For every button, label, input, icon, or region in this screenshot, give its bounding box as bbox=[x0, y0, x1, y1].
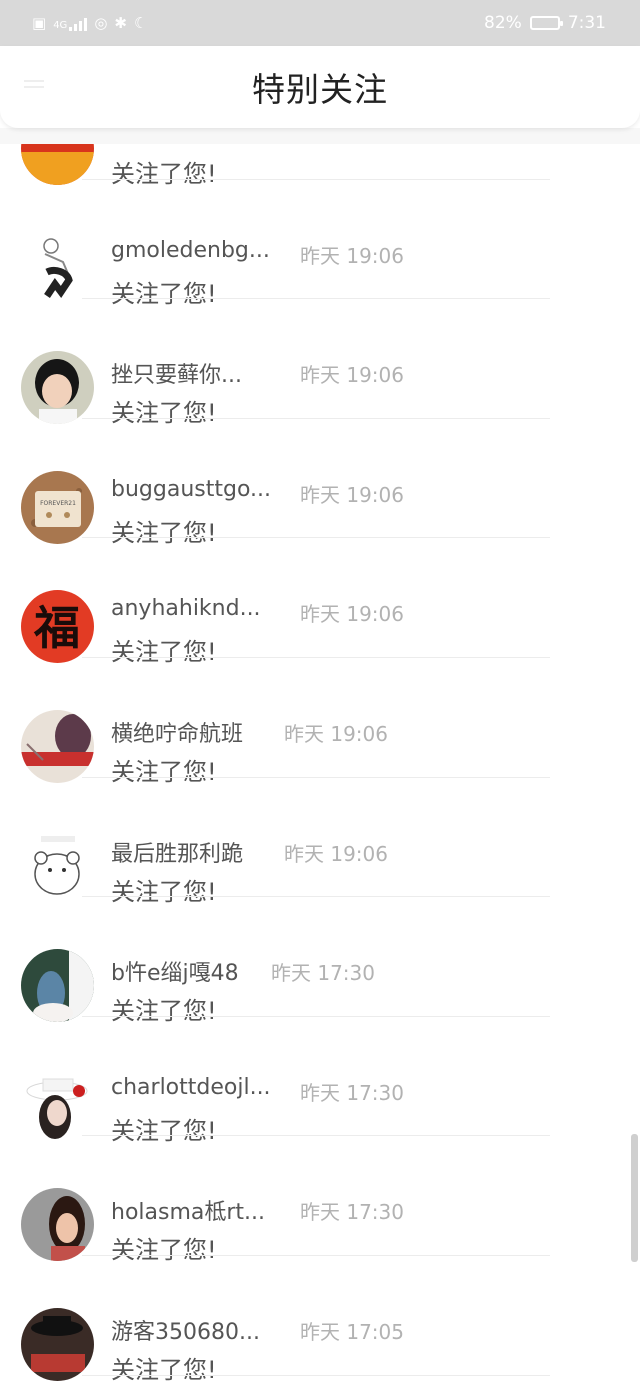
svg-text:福: 福 bbox=[33, 601, 80, 655]
list-item[interactable]: FOREVER21 buggausttgo... 昨天 19:06 关注了您! bbox=[0, 419, 640, 547]
status-bar: ▣ 4G ◎ ✱ ☾ 82% 7:31 bbox=[0, 0, 640, 46]
user-name[interactable]: 挫只要藓你... bbox=[111, 357, 242, 389]
list-item[interactable]: 挫只要藓你... 昨天 19:06 关注了您! bbox=[0, 299, 640, 427]
list-item[interactable]: 福 anyhahiknd... 昨天 19:06 关注了您! bbox=[0, 538, 640, 666]
list-item[interactable]: gmoledenbg... 昨天 19:06 关注了您! bbox=[0, 180, 640, 308]
moon-icon: ☾ bbox=[133, 13, 148, 32]
fu-character-avatar: 福 bbox=[21, 590, 94, 664]
header-shadow bbox=[0, 128, 640, 144]
list-item[interactable]: 横绝咛命航班 昨天 19:06 关注了您! bbox=[0, 658, 640, 786]
follower-list: 关注了您! gmoledenbg... 昨天 19:06 关注了您! 挫只要藓你... 昨… bbox=[0, 60, 640, 1384]
follow-message: 关注了您! bbox=[111, 1355, 217, 1384]
user-name[interactable]: 最后胜那利跪 bbox=[111, 836, 243, 868]
user-name[interactable]: 横绝咛命航班 bbox=[111, 716, 243, 748]
avatar[interactable] bbox=[21, 231, 94, 305]
list-item[interactable]: b忤e缁j嘎48 昨天 17:30 关注了您! bbox=[0, 897, 640, 1025]
network-label: 4G bbox=[53, 19, 68, 31]
follow-time: 昨天 19:06 bbox=[300, 602, 404, 627]
user-name[interactable]: 游客350680... bbox=[111, 1314, 260, 1346]
avatar[interactable]: FOREVER21 bbox=[21, 470, 94, 544]
avatar[interactable] bbox=[21, 351, 94, 425]
svg-text:FOREVER21: FOREVER21 bbox=[40, 500, 76, 507]
user-name[interactable]: anyhahiknd... bbox=[111, 596, 261, 621]
wifi-hotspot-icon: ◎ bbox=[94, 13, 108, 32]
page-title: 特别关注 bbox=[252, 70, 388, 109]
hd-icon: ▣ bbox=[32, 13, 47, 32]
avatar[interactable] bbox=[21, 709, 94, 783]
forever21-tag-avatar: FOREVER21 bbox=[21, 470, 94, 544]
follow-time: 昨天 17:05 bbox=[300, 1319, 404, 1344]
hamster-avatar bbox=[21, 829, 94, 903]
status-left-icons: ▣ 4G ◎ ✱ ☾ bbox=[32, 13, 148, 32]
scrollbar[interactable] bbox=[631, 1134, 638, 1262]
couple-photo-avatar bbox=[21, 949, 94, 1023]
app-header: 特别关注 bbox=[0, 46, 640, 128]
status-right: 82% 7:31 bbox=[484, 13, 606, 33]
list-item[interactable]: charlottdeojl... 昨天 17:30 关注了您! bbox=[0, 1017, 640, 1145]
avatar[interactable] bbox=[21, 1307, 94, 1381]
follow-time: 昨天 17:30 bbox=[300, 1200, 404, 1225]
avatar[interactable] bbox=[21, 1188, 94, 1262]
bluetooth-icon: ✱ bbox=[114, 13, 127, 32]
list-item[interactable]: 游客350680... 昨天 17:05 关注了您! bbox=[0, 1256, 640, 1384]
follow-time: 昨天 19:06 bbox=[284, 841, 388, 866]
follow-time: 昨天 19:06 bbox=[300, 482, 404, 507]
user-name[interactable]: gmoledenbg... bbox=[111, 238, 270, 263]
hat-man-avatar bbox=[21, 1307, 94, 1381]
woman-portrait-avatar bbox=[21, 1188, 94, 1262]
queen-text-avatar bbox=[21, 709, 94, 783]
user-name[interactable]: buggausttgo... bbox=[111, 477, 271, 502]
girl-portrait-avatar bbox=[21, 351, 94, 425]
battery-percent: 82% bbox=[484, 13, 522, 33]
row-divider bbox=[82, 1374, 550, 1376]
avatar[interactable] bbox=[21, 949, 94, 1023]
avatar[interactable] bbox=[21, 829, 94, 903]
follow-time: 昨天 19:06 bbox=[300, 243, 404, 268]
hat-woman-avatar bbox=[21, 1068, 94, 1142]
avatar[interactable] bbox=[21, 1068, 94, 1142]
user-name[interactable]: charlottdeojl... bbox=[111, 1075, 271, 1100]
follow-time: 昨天 17:30 bbox=[300, 1080, 404, 1105]
4g-signal-icon: 4G bbox=[53, 16, 88, 31]
sketch-figure-avatar bbox=[21, 231, 94, 305]
menu-icon[interactable] bbox=[24, 80, 44, 92]
battery-icon bbox=[529, 16, 563, 30]
user-name[interactable]: b忤e缁j嘎48 bbox=[111, 955, 239, 987]
user-name[interactable]: holasma柢rt... bbox=[111, 1194, 265, 1226]
avatar[interactable]: 福 bbox=[21, 590, 94, 664]
clock: 7:31 bbox=[567, 13, 606, 33]
follow-time: 昨天 19:06 bbox=[300, 363, 404, 388]
follow-time: 昨天 17:30 bbox=[271, 961, 375, 986]
list-item[interactable]: holasma柢rt... 昨天 17:30 关注了您! bbox=[0, 1136, 640, 1264]
list-item[interactable]: 最后胜那利跪 昨天 19:06 关注了您! bbox=[0, 778, 640, 906]
follow-time: 昨天 19:06 bbox=[284, 721, 388, 746]
